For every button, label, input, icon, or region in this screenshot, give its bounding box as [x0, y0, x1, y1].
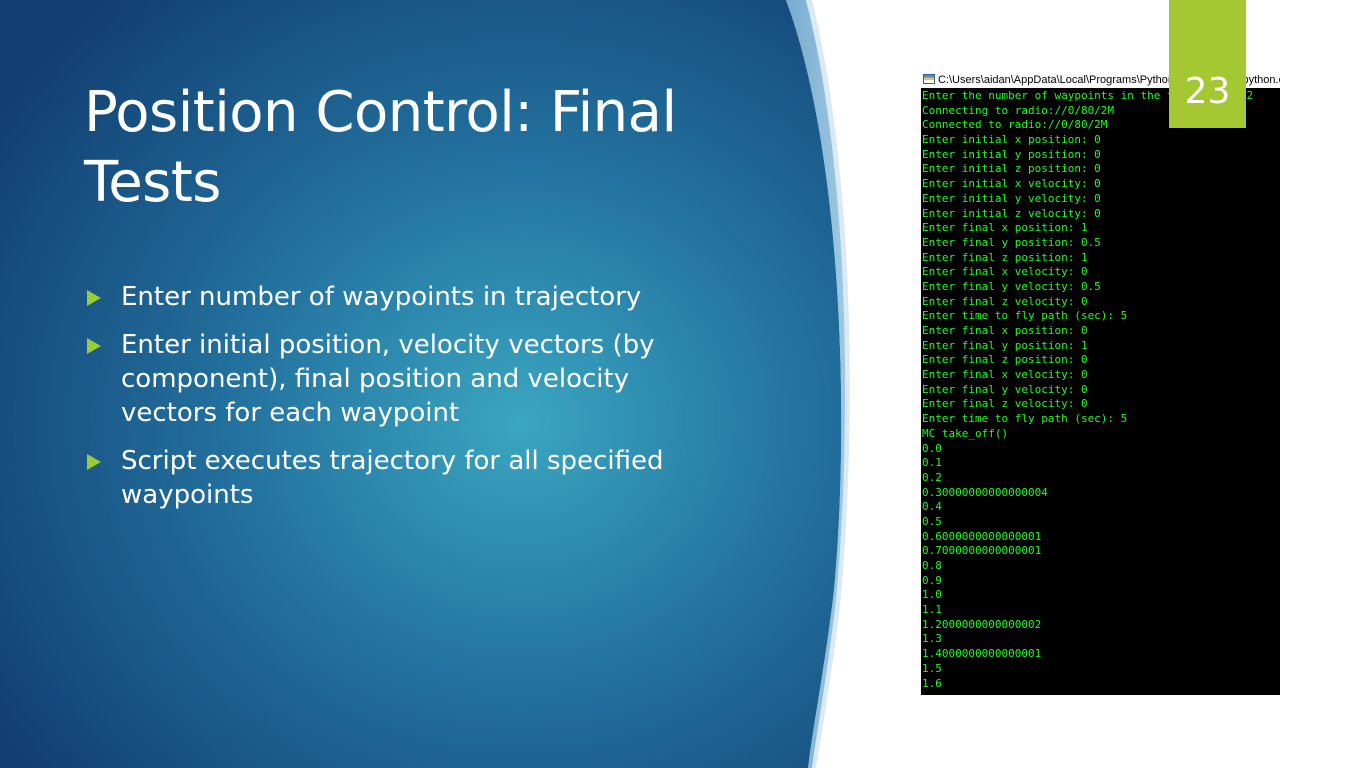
console-line: 1.3 [922, 632, 942, 646]
slide-title: Position Control: Final Tests [84, 80, 677, 215]
console-app-icon [923, 74, 935, 84]
console-line: Enter final z velocity: 0 [922, 397, 1088, 411]
console-line: 0.1 [922, 456, 942, 470]
slide-number: 23 [1184, 71, 1231, 112]
console-line: Enter final z position: 1 [922, 250, 1088, 264]
bullet-arrow-icon [87, 454, 101, 470]
slide: Position Control: Final Tests Enter numb… [0, 0, 1366, 768]
console-line: Enter final z position: 0 [922, 353, 1088, 367]
console-line: Enter final x position: 1 [922, 221, 1088, 235]
console-line: Enter final y position: 0.5 [922, 235, 1101, 249]
console-line: Enter final x velocity: 0 [922, 368, 1088, 382]
console-line: Enter time to fly path (sec): 5 [922, 309, 1128, 323]
console-line: Enter final x position: 0 [922, 324, 1088, 337]
bullet-item: Script executes trajectory for all speci… [84, 444, 724, 512]
console-line: 0.6000000000000001 [922, 529, 1042, 543]
bullet-text: Enter initial position, velocity vectors… [121, 330, 655, 428]
bullet-list: Enter number of waypoints in trajectory … [84, 280, 724, 526]
console-line: 0.4 [922, 500, 942, 514]
console-line: 1.6 [922, 676, 942, 690]
console-line: 1.5 [922, 661, 942, 675]
console-line: 0.5 [922, 514, 942, 528]
console-line: 1.0 [922, 588, 942, 602]
console-line: Enter initial x position: 0 [922, 133, 1101, 147]
console-line: Enter initial x velocity: 0 [922, 177, 1101, 191]
console-line: 0.30000000000000004 [922, 485, 1048, 499]
bullet-text: Script executes trajectory for all speci… [121, 446, 664, 510]
console-line: Enter final y position: 1 [922, 338, 1088, 352]
bullet-item: Enter number of waypoints in trajectory [84, 280, 724, 314]
console-line: Enter initial y position: 0 [922, 147, 1101, 161]
console-line: 0.0 [922, 441, 942, 455]
console-line: 1.2000000000000002 [922, 617, 1042, 631]
bullet-text: Enter number of waypoints in trajectory [121, 282, 642, 312]
console-line: Enter final z velocity: 0 [922, 294, 1088, 308]
console-line: Enter final y velocity: 0 [922, 382, 1088, 396]
console-line: 1.1 [922, 603, 942, 617]
console-line: 1.4000000000000001 [922, 647, 1042, 661]
console-window-screenshot: C:\Users\aidan\AppData\Local\Programs\Py… [921, 72, 1280, 695]
console-line: Enter final y velocity: 0.5 [922, 279, 1101, 293]
console-line: 0.2 [922, 470, 942, 484]
console-output: Enter the number of waypoints in the tra… [922, 89, 1279, 695]
console-line: Enter final x velocity: 0 [922, 265, 1088, 279]
console-line: Enter time to fly path (sec): 5 [922, 412, 1128, 426]
bullet-arrow-icon [87, 338, 101, 354]
console-line: Enter initial z velocity: 0 [922, 206, 1101, 220]
bullet-item: Enter initial position, velocity vectors… [84, 328, 724, 430]
console-line: 0.8 [922, 559, 942, 572]
console-line: 0.9 [922, 573, 942, 587]
slide-number-badge: 23 [1169, 0, 1246, 128]
console-line: MC take_off() [922, 426, 1009, 440]
console-line: 0.7000000000000001 [922, 544, 1042, 558]
console-line: Enter initial y velocity: 0 [922, 191, 1101, 205]
console-line: Enter initial z position: 0 [922, 162, 1101, 176]
bullet-arrow-icon [87, 290, 101, 306]
